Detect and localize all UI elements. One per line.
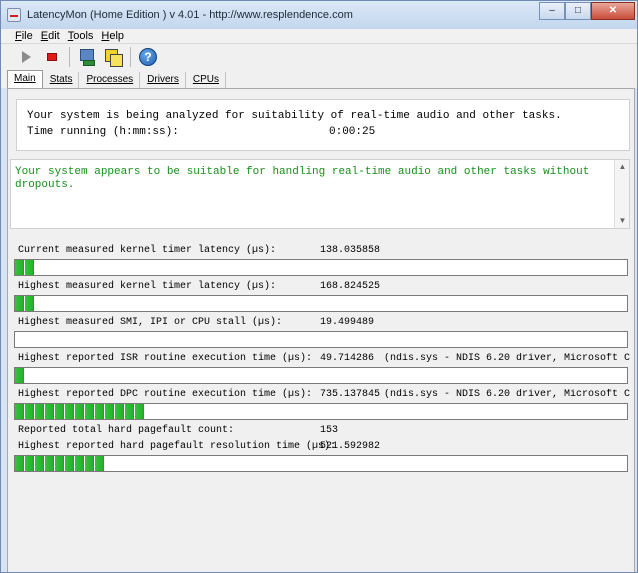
- scroll-up-arrow-icon[interactable]: ▲: [615, 160, 630, 174]
- play-icon: [21, 51, 31, 63]
- metric-label: Current measured kernel timer latency (µ…: [18, 245, 277, 256]
- metric-driver-detail: (ndis.sys - NDIS 6.20 driver, Microsoft …: [384, 389, 630, 400]
- metric-driver-detail: (ndis.sys - NDIS 6.20 driver, Microsoft …: [384, 353, 630, 364]
- tab-strip: Main Stats Processes Drivers CPUs: [1, 70, 637, 88]
- stop-button[interactable]: [41, 46, 63, 68]
- time-running-label: Time running (h:mm:ss):: [27, 126, 179, 138]
- cpu-view-button[interactable]: [102, 46, 124, 68]
- metric-bar: [14, 331, 628, 348]
- menu-tools[interactable]: Tools: [68, 30, 94, 42]
- cpu-icon: [104, 48, 123, 67]
- help-icon: ?: [139, 48, 157, 66]
- metric-bar-fill: [15, 368, 25, 383]
- metric-label: Highest reported hard pagefault resoluti…: [18, 441, 337, 452]
- metric-value: 49.714286: [320, 353, 375, 364]
- maximize-button[interactable]: □: [565, 2, 591, 20]
- analysis-status-box: Your system is being analyzed for suitab…: [16, 99, 630, 151]
- menu-file[interactable]: File: [15, 30, 33, 42]
- menu-bar: File Edit Tools Help: [1, 29, 637, 44]
- metric-bar: [14, 455, 628, 472]
- metric-label: Highest reported DPC routine execution t…: [18, 389, 313, 400]
- close-button[interactable]: ✕: [591, 2, 635, 20]
- tab-main[interactable]: Main: [7, 70, 43, 88]
- tab-processes[interactable]: Processes: [80, 72, 141, 88]
- conclusion-text: Your system appears to be suitable for h…: [15, 166, 590, 191]
- tab-cpus[interactable]: CPUs: [187, 72, 226, 88]
- menu-help[interactable]: Help: [101, 30, 124, 42]
- tab-drivers-label: Drivers: [147, 74, 179, 85]
- main-panel: Your system is being analyzed for suitab…: [7, 88, 635, 572]
- metric-value: 735.137845: [320, 389, 381, 400]
- computer-icon: [78, 48, 96, 66]
- tab-processes-label: Processes: [86, 74, 134, 85]
- caption-buttons: – □ ✕: [539, 2, 635, 20]
- metric-value: 19.499489: [320, 317, 375, 328]
- minimize-button[interactable]: –: [539, 2, 565, 20]
- conclusion-scrollbar[interactable]: ▲ ▼: [614, 160, 629, 228]
- app-window: LatencyMon (Home Edition ) v 4.01 - http…: [0, 0, 638, 573]
- metric-bar-fill: [15, 404, 145, 419]
- conclusion-box[interactable]: Your system appears to be suitable for h…: [10, 159, 630, 229]
- window-title: LatencyMon (Home Edition ) v 4.01 - http…: [27, 9, 353, 21]
- metric-label: Highest measured kernel timer latency (µ…: [18, 281, 277, 292]
- metric-bar: [14, 367, 628, 384]
- tab-drivers[interactable]: Drivers: [141, 72, 186, 88]
- tab-cpus-label: CPUs: [192, 74, 219, 85]
- metric-bar: [14, 403, 628, 420]
- metric-bar: [14, 259, 628, 276]
- tab-stats[interactable]: Stats: [44, 72, 80, 88]
- metric-value: 153: [320, 425, 339, 436]
- toolbar-separator: [69, 47, 70, 67]
- metric-bar-fill: [15, 456, 105, 471]
- toolbar-separator: [130, 47, 131, 67]
- tab-main-label: Main: [14, 73, 36, 84]
- stop-icon: [47, 53, 57, 61]
- time-running-value: 0:00:25: [329, 126, 376, 138]
- metric-value: 138.035858: [320, 245, 381, 256]
- latencymon-app-icon[interactable]: [7, 8, 21, 22]
- metric-bar-fill: [15, 260, 35, 275]
- analysis-status-text: Your system is being analyzed for suitab…: [27, 110, 562, 122]
- title-bar[interactable]: LatencyMon (Home Edition ) v 4.01 - http…: [1, 1, 637, 29]
- toolbar: ?: [1, 44, 637, 70]
- help-button[interactable]: ?: [137, 46, 159, 68]
- metric-bar-fill: [15, 296, 35, 311]
- metric-bar: [14, 295, 628, 312]
- metric-value: 521.592982: [320, 441, 381, 452]
- system-info-button[interactable]: [76, 46, 98, 68]
- metric-label: Highest reported ISR routine execution t…: [18, 353, 313, 364]
- metric-value: 168.824525: [320, 281, 381, 292]
- tab-stats-label: Stats: [49, 74, 73, 85]
- menu-edit[interactable]: Edit: [41, 30, 60, 42]
- metric-label: Reported total hard pagefault count:: [18, 425, 235, 436]
- metric-label: Highest measured SMI, IPI or CPU stall (…: [18, 317, 283, 328]
- start-button[interactable]: [15, 46, 37, 68]
- scroll-down-arrow-icon[interactable]: ▼: [615, 214, 630, 228]
